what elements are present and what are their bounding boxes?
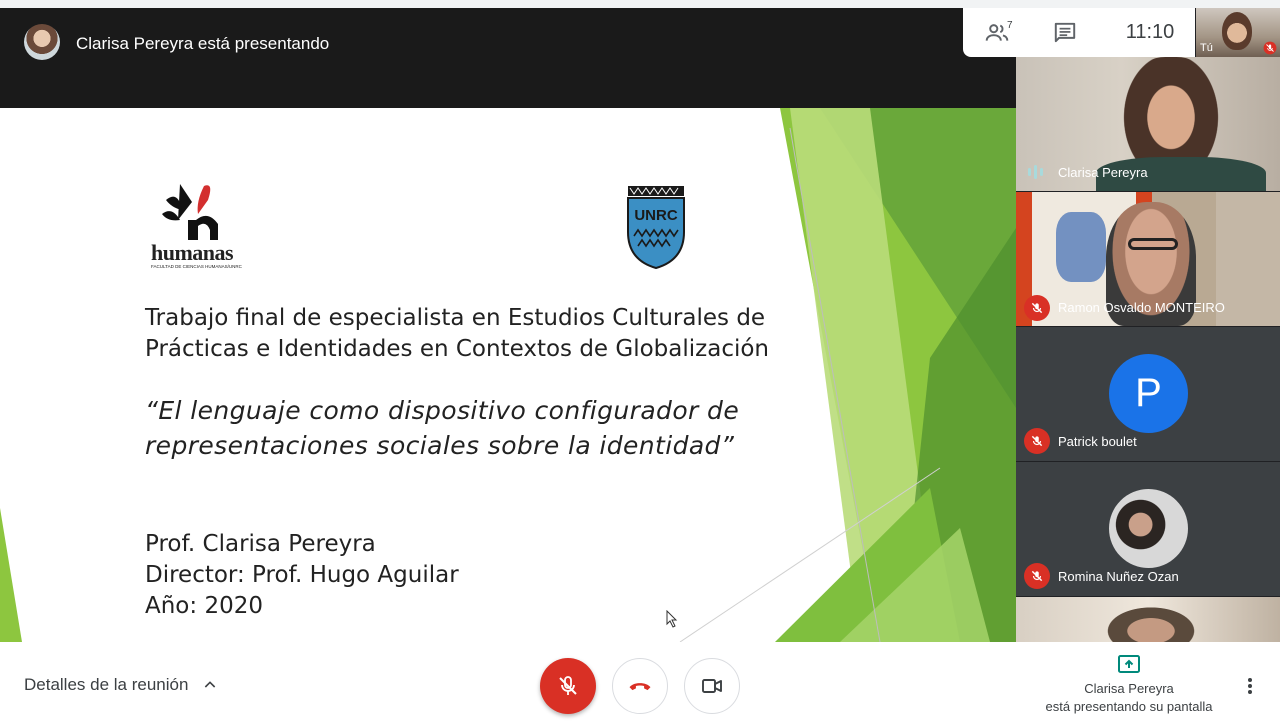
- participant-tile[interactable]: [1016, 597, 1280, 642]
- participant-name: Ramon Osvaldo MONTEIRO: [1058, 300, 1225, 315]
- chevron-up-icon: [205, 681, 216, 688]
- chat-icon: [1054, 22, 1076, 42]
- mic-off-icon: [559, 676, 577, 695]
- participant-tile[interactable]: Clarisa Pereyra: [1016, 57, 1280, 191]
- more-options-button[interactable]: [1240, 674, 1260, 698]
- participants-button[interactable]: 7: [963, 8, 1031, 57]
- mic-off-icon: [1024, 563, 1050, 589]
- humanas-logo-subtitle: FACULTAD DE CIENCIAS HUMANAS/UNRC: [151, 264, 242, 269]
- slide-title-line: Prácticas e Identidades en Contextos de …: [145, 336, 769, 362]
- speaking-icon: [1028, 165, 1043, 179]
- hang-up-icon: [629, 683, 651, 691]
- slide-credit-line: Prof. Clarisa Pereyra: [145, 531, 376, 557]
- meeting-details-button[interactable]: Detalles de la reunión: [24, 675, 218, 695]
- participant-video: [1096, 601, 1206, 642]
- chat-button[interactable]: [1031, 8, 1099, 57]
- participant-tile[interactable]: P Patrick boulet: [1016, 327, 1280, 461]
- participants-count: 7: [1007, 20, 1013, 31]
- participant-name: Patrick boulet: [1058, 434, 1137, 449]
- mic-off-icon: [1263, 41, 1277, 55]
- mic-toggle-button[interactable]: [540, 658, 596, 714]
- participant-avatar: [1109, 489, 1188, 568]
- presenter-avatar: [24, 24, 60, 60]
- presentation-status[interactable]: Clarisa Pereyra está presentando su pant…: [1040, 654, 1218, 716]
- participant-name: Romina Nuñez Ozan: [1058, 569, 1179, 584]
- participant-glasses: [1128, 238, 1178, 250]
- meeting-details-label: Detalles de la reunión: [24, 675, 189, 694]
- meet-window: Clarisa Pereyra está presentando 7 11:10: [0, 0, 1280, 728]
- presenter-status-text: Clarisa Pereyra está presentando: [76, 34, 330, 53]
- self-label: Tú: [1200, 42, 1213, 54]
- slide-quote: “El lenguaje como dispositivo configurad…: [145, 393, 739, 463]
- slide-credit-line: Año: 2020: [145, 593, 263, 619]
- unrc-logo-text: UNRC: [634, 207, 677, 224]
- camera-toggle-button[interactable]: [684, 658, 740, 714]
- slide-title-line: Trabajo final de especialista en Estudio…: [145, 305, 766, 331]
- meeting-info-panel: 7 11:10: [963, 8, 1195, 57]
- top-strip: [0, 0, 1280, 8]
- slide-title: Trabajo final de especialista en Estudio…: [145, 303, 769, 365]
- participant-background-shape: [1056, 212, 1106, 282]
- mouse-cursor-icon: [666, 610, 678, 628]
- self-video-image: [1222, 12, 1252, 50]
- presentation-slide: humanas FACULTAD DE CIENCIAS HUMANAS/UNR…: [0, 108, 1016, 642]
- presenter-name: Clarisa Pereyra: [1084, 681, 1174, 696]
- meeting-clock: 11:10: [1125, 21, 1175, 43]
- humanas-logo-word: humanas: [151, 240, 234, 265]
- slide-quote-line: “El lenguaje como dispositivo configurad…: [145, 396, 740, 425]
- bottom-control-bar: Detalles de la reunión Clarisa Pereyra e…: [0, 642, 1280, 728]
- presenter-bar: Clarisa Pereyra está presentando: [0, 8, 1016, 108]
- mic-off-icon: [1024, 295, 1050, 321]
- slide-credits: Prof. Clarisa Pereyra Director: Prof. Hu…: [145, 529, 459, 622]
- leave-call-button[interactable]: [612, 658, 668, 714]
- slide-credit-line: Director: Prof. Hugo Aguilar: [145, 562, 459, 588]
- participant-tile[interactable]: Romina Nuñez Ozan: [1016, 462, 1280, 596]
- participant-avatar: P: [1109, 354, 1188, 433]
- participant-tile[interactable]: Ramon Osvaldo MONTEIRO: [1016, 192, 1280, 326]
- more-vert-icon: [1248, 678, 1252, 694]
- presenting-status-text: está presentando su pantalla: [1045, 699, 1213, 714]
- unrc-logo: UNRC: [627, 186, 685, 270]
- mic-off-icon: [1024, 428, 1050, 454]
- self-video-tile[interactable]: Tú: [1196, 8, 1280, 57]
- participant-name: Clarisa Pereyra: [1058, 165, 1148, 180]
- present-icon: [1118, 655, 1140, 673]
- slide-quote-line: representaciones sociales sobre la ident…: [145, 431, 735, 460]
- camera-icon: [702, 679, 722, 693]
